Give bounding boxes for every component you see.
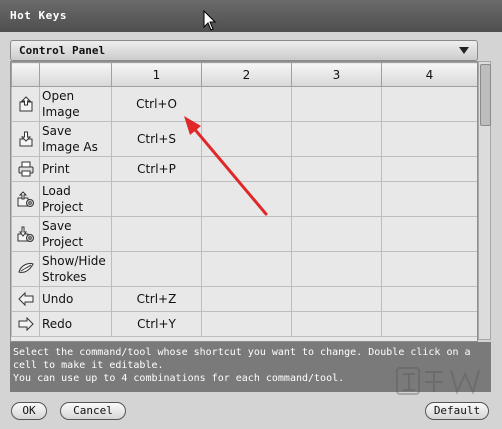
- shortcut-cell[interactable]: [291, 156, 382, 182]
- open-image-icon: [19, 96, 32, 112]
- command-label: Print: [39, 156, 112, 182]
- shortcut-cell[interactable]: [201, 216, 292, 252]
- command-label: Redo: [39, 311, 112, 337]
- shortcut-cell[interactable]: [291, 311, 382, 337]
- shortcut-cell[interactable]: [381, 216, 477, 252]
- column-header-command: [39, 62, 112, 87]
- shortcut-cell[interactable]: [201, 311, 292, 337]
- save-project-icon: [17, 226, 34, 242]
- table-header-row: 1 2 3 4: [11, 62, 477, 87]
- undo-icon: [17, 291, 33, 307]
- shortcut-cell[interactable]: [291, 181, 382, 217]
- shortcut-cell[interactable]: [201, 121, 292, 157]
- column-header-4[interactable]: 4: [381, 62, 477, 87]
- command-label: Load Project: [39, 181, 112, 217]
- title-bar: Hot Keys: [0, 0, 502, 32]
- command-label: Open Image: [39, 86, 112, 122]
- shortcut-cell[interactable]: Ctrl+P: [111, 156, 202, 182]
- column-header-3[interactable]: 3: [291, 62, 382, 87]
- shortcut-cell[interactable]: [111, 216, 202, 252]
- shortcut-cell[interactable]: [381, 156, 477, 182]
- table-row[interactable]: Open Image Ctrl+O: [11, 86, 477, 122]
- help-text-line-2: You can use up to 4 combinations for eac…: [13, 373, 345, 384]
- shortcut-cell[interactable]: [201, 251, 292, 287]
- mouse-cursor-icon: [203, 10, 217, 31]
- print-icon: [18, 161, 33, 177]
- shortcut-cell[interactable]: [381, 121, 477, 157]
- load-project-icon: [17, 191, 34, 207]
- column-header-1[interactable]: 1: [111, 62, 202, 87]
- ok-button[interactable]: OK: [11, 402, 47, 420]
- command-label: Save Project: [39, 216, 112, 252]
- command-label: Save Image As: [39, 121, 112, 157]
- table-row[interactable]: Load Project: [11, 181, 477, 217]
- shortcut-cell[interactable]: [381, 286, 477, 312]
- command-label: Show/Hide Strokes: [39, 251, 112, 287]
- table-row[interactable]: Save Image As Ctrl+S: [11, 121, 477, 157]
- shortcut-cell[interactable]: [381, 86, 477, 122]
- table-row[interactable]: Redo Ctrl+Y: [11, 311, 477, 337]
- shortcut-cell[interactable]: [111, 251, 202, 287]
- shortcut-cell[interactable]: [291, 286, 382, 312]
- cancel-button[interactable]: Cancel: [60, 402, 126, 420]
- shortcut-cell[interactable]: [201, 156, 292, 182]
- shortcut-cell[interactable]: [201, 286, 292, 312]
- table-row[interactable]: Save Project: [11, 216, 477, 252]
- shortcut-cell[interactable]: [381, 251, 477, 287]
- shortcut-cell[interactable]: [291, 216, 382, 252]
- show-hide-strokes-icon: [17, 262, 34, 273]
- shortcut-cell[interactable]: [291, 251, 382, 287]
- table-row[interactable]: Undo Ctrl+Z: [11, 286, 477, 312]
- default-button[interactable]: Default: [425, 402, 489, 420]
- shortcut-cell[interactable]: Ctrl+S: [111, 121, 202, 157]
- panel-dropdown-label: Control Panel: [19, 44, 106, 57]
- help-text-line-1: Select the command/tool whose shortcut y…: [13, 347, 477, 371]
- shortcut-cell[interactable]: [291, 86, 382, 122]
- window-title: Hot Keys: [10, 9, 67, 22]
- shortcut-cell[interactable]: [201, 86, 292, 122]
- table-row[interactable]: Show/Hide Strokes: [11, 251, 477, 287]
- column-header-2[interactable]: 2: [201, 62, 292, 87]
- shortcut-cell[interactable]: [381, 181, 477, 217]
- panel-dropdown[interactable]: Control Panel: [10, 40, 478, 61]
- shortcut-cell[interactable]: [291, 121, 382, 157]
- command-label: Undo: [39, 286, 112, 312]
- shortcut-cell[interactable]: [201, 181, 292, 217]
- shortcut-cell[interactable]: Ctrl+O: [111, 86, 202, 122]
- shortcut-cell[interactable]: Ctrl+Z: [111, 286, 202, 312]
- hotkeys-table: 1 2 3 4 Open Image Ctrl+O Save Image As …: [10, 61, 478, 342]
- vertical-scrollbar[interactable]: [478, 61, 491, 340]
- shortcut-cell[interactable]: [381, 311, 477, 337]
- scrollbar-thumb[interactable]: [480, 64, 491, 126]
- shortcut-cell[interactable]: Ctrl+Y: [111, 311, 202, 337]
- shortcut-cell[interactable]: [111, 181, 202, 217]
- help-panel: Select the command/tool whose shortcut y…: [10, 342, 491, 392]
- table-row[interactable]: Print Ctrl+P: [11, 156, 477, 182]
- redo-icon: [18, 316, 34, 332]
- column-header-icon: [11, 62, 40, 87]
- save-image-icon: [19, 131, 32, 147]
- chevron-down-icon[interactable]: [459, 47, 469, 54]
